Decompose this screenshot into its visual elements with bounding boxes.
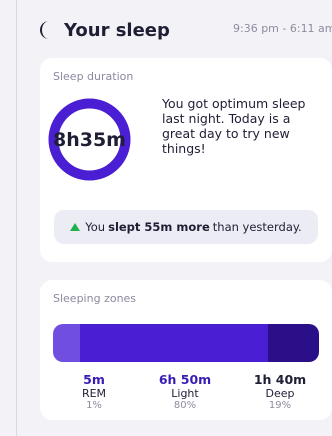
sleeping-zones-card: Sleeping zones 5m REM 1% 6h 50m Light 80… [40,280,332,420]
zone-segment-light [79,324,269,362]
zone-name: Light [171,387,199,400]
triangle-up-icon [70,223,81,231]
zone-duration: 6h 50m [158,372,212,387]
card-title: Sleeping zones [53,292,137,305]
zones-stats: 5m REM 1% 6h 50m Light 80% 1h 40m Deep 1… [53,372,319,416]
sleep-total: 8h35m [53,128,126,151]
page-title: Your sleep [64,19,170,41]
zone-percent: 19% [268,400,292,411]
zone-name: Deep [265,387,295,400]
zone-name: REM [81,387,107,400]
header: Your sleep 9:36 pm - 6:11 am [28,14,332,46]
zone-stat-deep: 1h 40m Deep 19% [245,372,315,412]
comparison-badge: You slept 55m more than yesterday. [54,210,318,244]
zone-percent: 1% [86,400,102,411]
comparison-suffix: than yesterday. [212,220,302,234]
zones-bar [53,324,319,362]
zone-duration: 1h 40m [253,372,307,387]
comparison-prefix: You [85,220,106,234]
zone-duration: 5m [83,372,105,387]
comparison-highlight: slept 55m more [108,220,210,234]
zone-segment-rem [53,324,80,362]
zone-percent: 80% [173,400,197,411]
zone-stat-light: 6h 50m Light 80% [150,372,220,412]
zone-stat-rem: 5m REM 1% [59,372,129,412]
moon-icon[interactable] [38,20,54,40]
time-range: 9:36 pm - 6:11 am [233,22,332,35]
sleep-duration-card: Sleep duration 8h35m You got optimum sle… [40,58,332,262]
card-title: Sleep duration [53,70,134,83]
zone-segment-deep [268,324,319,362]
sleep-message: You got optimum sleep last night. Today … [162,96,306,156]
